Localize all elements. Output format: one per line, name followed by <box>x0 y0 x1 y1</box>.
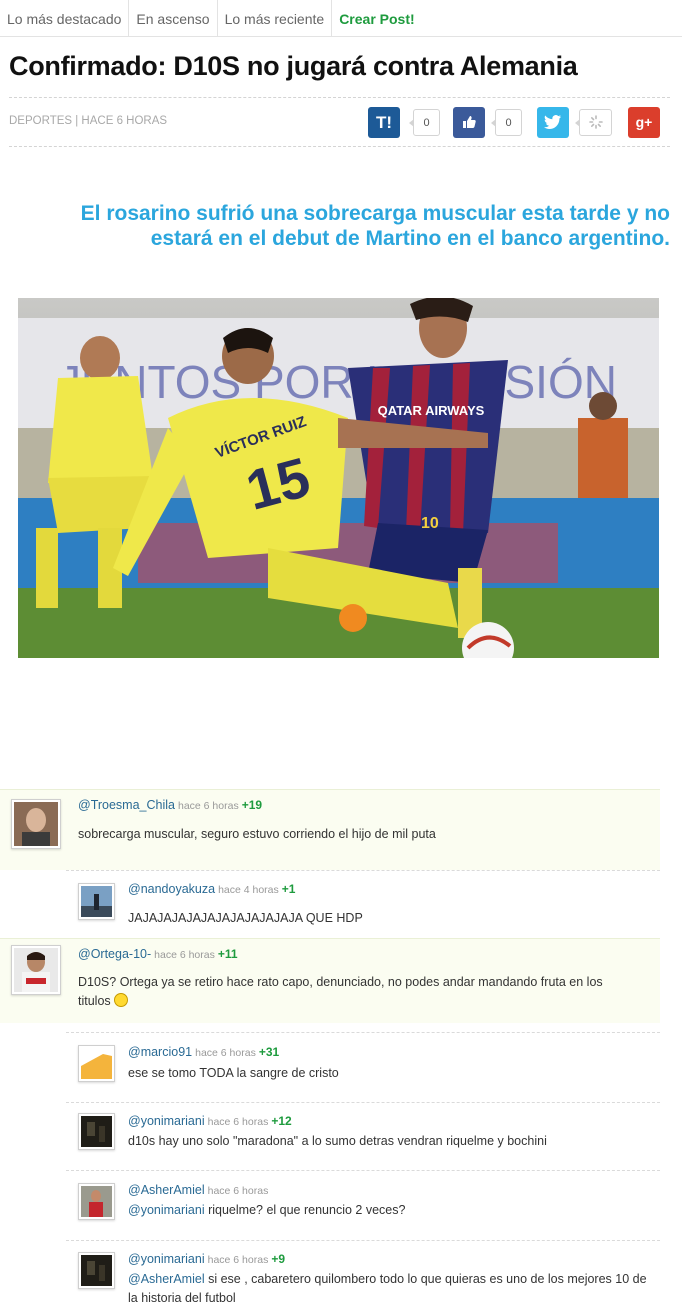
post-meta-bar: DEPORTES | HACE 6 HORAS T! 0 0 g+ <box>9 97 670 147</box>
reply-item: @nandoyakuza hace 4 horas +1 JAJAJAJAJAJAJ… <box>66 870 660 938</box>
reply-item: @yonimariani hace 6 horas +12 d10s hay uno… <box>66 1102 660 1170</box>
shorts-number-text: 10 <box>421 515 439 532</box>
taringa-share-button[interactable]: T! <box>368 107 400 138</box>
comment-username[interactable]: @yonimariani <box>128 1114 205 1128</box>
comment-username[interactable]: @yonimariani <box>128 1252 205 1266</box>
comment-time: hace 6 horas <box>207 1116 269 1128</box>
facebook-like-button[interactable] <box>453 107 485 138</box>
worried-smiley-icon <box>114 993 129 1007</box>
comment-points: +31 <box>258 1045 280 1059</box>
spinner-icon <box>588 115 603 129</box>
comment-text: riquelme? el que renuncio 2 veces? <box>204 1203 406 1217</box>
reply-item: @marcio91 hace 6 horas +31 ese se tomo TOD… <box>66 1032 660 1102</box>
tab-destacado[interactable]: Lo más destacado <box>0 0 130 37</box>
mention-link[interactable]: @yonimariani <box>128 1203 205 1217</box>
comment-points: +19 <box>241 798 263 812</box>
comment-time: hace 4 horas <box>218 884 279 896</box>
comment-time: hace 6 horas <box>207 1185 269 1197</box>
comment-text: ese se tomo TODA la sangre de cristo <box>128 1066 339 1080</box>
post-title: Confirmado: D10S no jugará contra Aleman… <box>9 51 578 81</box>
comment-username[interactable]: @nandoyakuza <box>128 882 215 896</box>
comment-time: hace 6 horas <box>207 1254 269 1266</box>
create-post-link[interactable]: Crear Post! <box>332 0 421 37</box>
comment-text: si ese , cabaretero quilombero todo lo q… <box>128 1272 647 1305</box>
comment-item: @Ortega-10- hace 6 horas +11 D10S? Ortega … <box>0 938 660 1023</box>
twitter-count-loading <box>575 109 612 136</box>
shirt-sponsor-text: QATAR AIRWAYS <box>378 403 485 418</box>
mention-link[interactable]: @AsherAmiel <box>128 1272 205 1286</box>
comment-points: +9 <box>271 1252 286 1266</box>
avatar[interactable] <box>11 945 61 995</box>
comment-points: +1 <box>281 882 296 896</box>
comment-text: d10s hay uno solo "maradona" a lo sumo d… <box>128 1134 547 1148</box>
comment-username[interactable]: @marcio91 <box>128 1045 192 1059</box>
tab-reciente[interactable]: Lo más reciente <box>218 0 333 37</box>
comment-text: JAJAJAJAJAJAJAJAJAJAJAJA QUE HDP <box>128 911 363 925</box>
avatar[interactable] <box>11 799 61 849</box>
reply-item: @AsherAmiel hace 6 horas @yonimariani riq… <box>66 1170 660 1240</box>
avatar[interactable] <box>78 883 115 920</box>
post-subtitle: El rosarino sufrió una sobrecarga muscul… <box>80 202 670 250</box>
comment-item: @Troesma_Chila hace 6 horas +19 sobrecarga… <box>0 789 660 870</box>
facebook-like-count: 0 <box>491 109 522 136</box>
comment-time: hace 6 horas <box>195 1047 256 1059</box>
tab-ascenso[interactable]: En ascenso <box>129 0 218 37</box>
comment-points: +12 <box>271 1114 292 1128</box>
reply-item: @yonimariani hace 6 horas +9 @AsherAmiel s… <box>66 1240 660 1314</box>
taringa-share-count: 0 <box>409 109 440 136</box>
post-meta: DEPORTES | HACE 6 HORAS <box>9 115 168 127</box>
thumbs-up-icon <box>461 114 477 131</box>
twitter-share-button[interactable] <box>537 107 569 138</box>
banner-text: JUNTOS POR LA ILUSIÓN <box>58 356 617 408</box>
comment-username[interactable]: @Ortega-10- <box>78 947 151 961</box>
avatar[interactable] <box>78 1183 115 1220</box>
comment-time: hace 6 horas <box>154 949 215 961</box>
comment-points: +11 <box>217 947 238 961</box>
avatar[interactable] <box>78 1252 115 1289</box>
post-photo: JUNTOS POR LA ILUSIÓN QATAR AIRWAYS 10 V… <box>18 298 659 658</box>
avatar[interactable] <box>78 1045 115 1082</box>
comment-text: sobrecarga muscular, seguro estuvo corri… <box>78 827 436 841</box>
comment-text: D10S? Ortega ya se retiro hace rato capo… <box>78 975 603 1008</box>
comment-username[interactable]: @Troesma_Chila <box>78 798 175 812</box>
comment-username[interactable]: @AsherAmiel <box>128 1183 205 1197</box>
top-nav: Lo más destacado En ascenso Lo más recie… <box>0 0 682 37</box>
twitter-bird-icon <box>544 114 562 131</box>
comment-time: hace 6 horas <box>177 800 239 812</box>
google-plus-share-button[interactable]: g+ <box>628 107 660 138</box>
avatar[interactable] <box>78 1113 115 1150</box>
